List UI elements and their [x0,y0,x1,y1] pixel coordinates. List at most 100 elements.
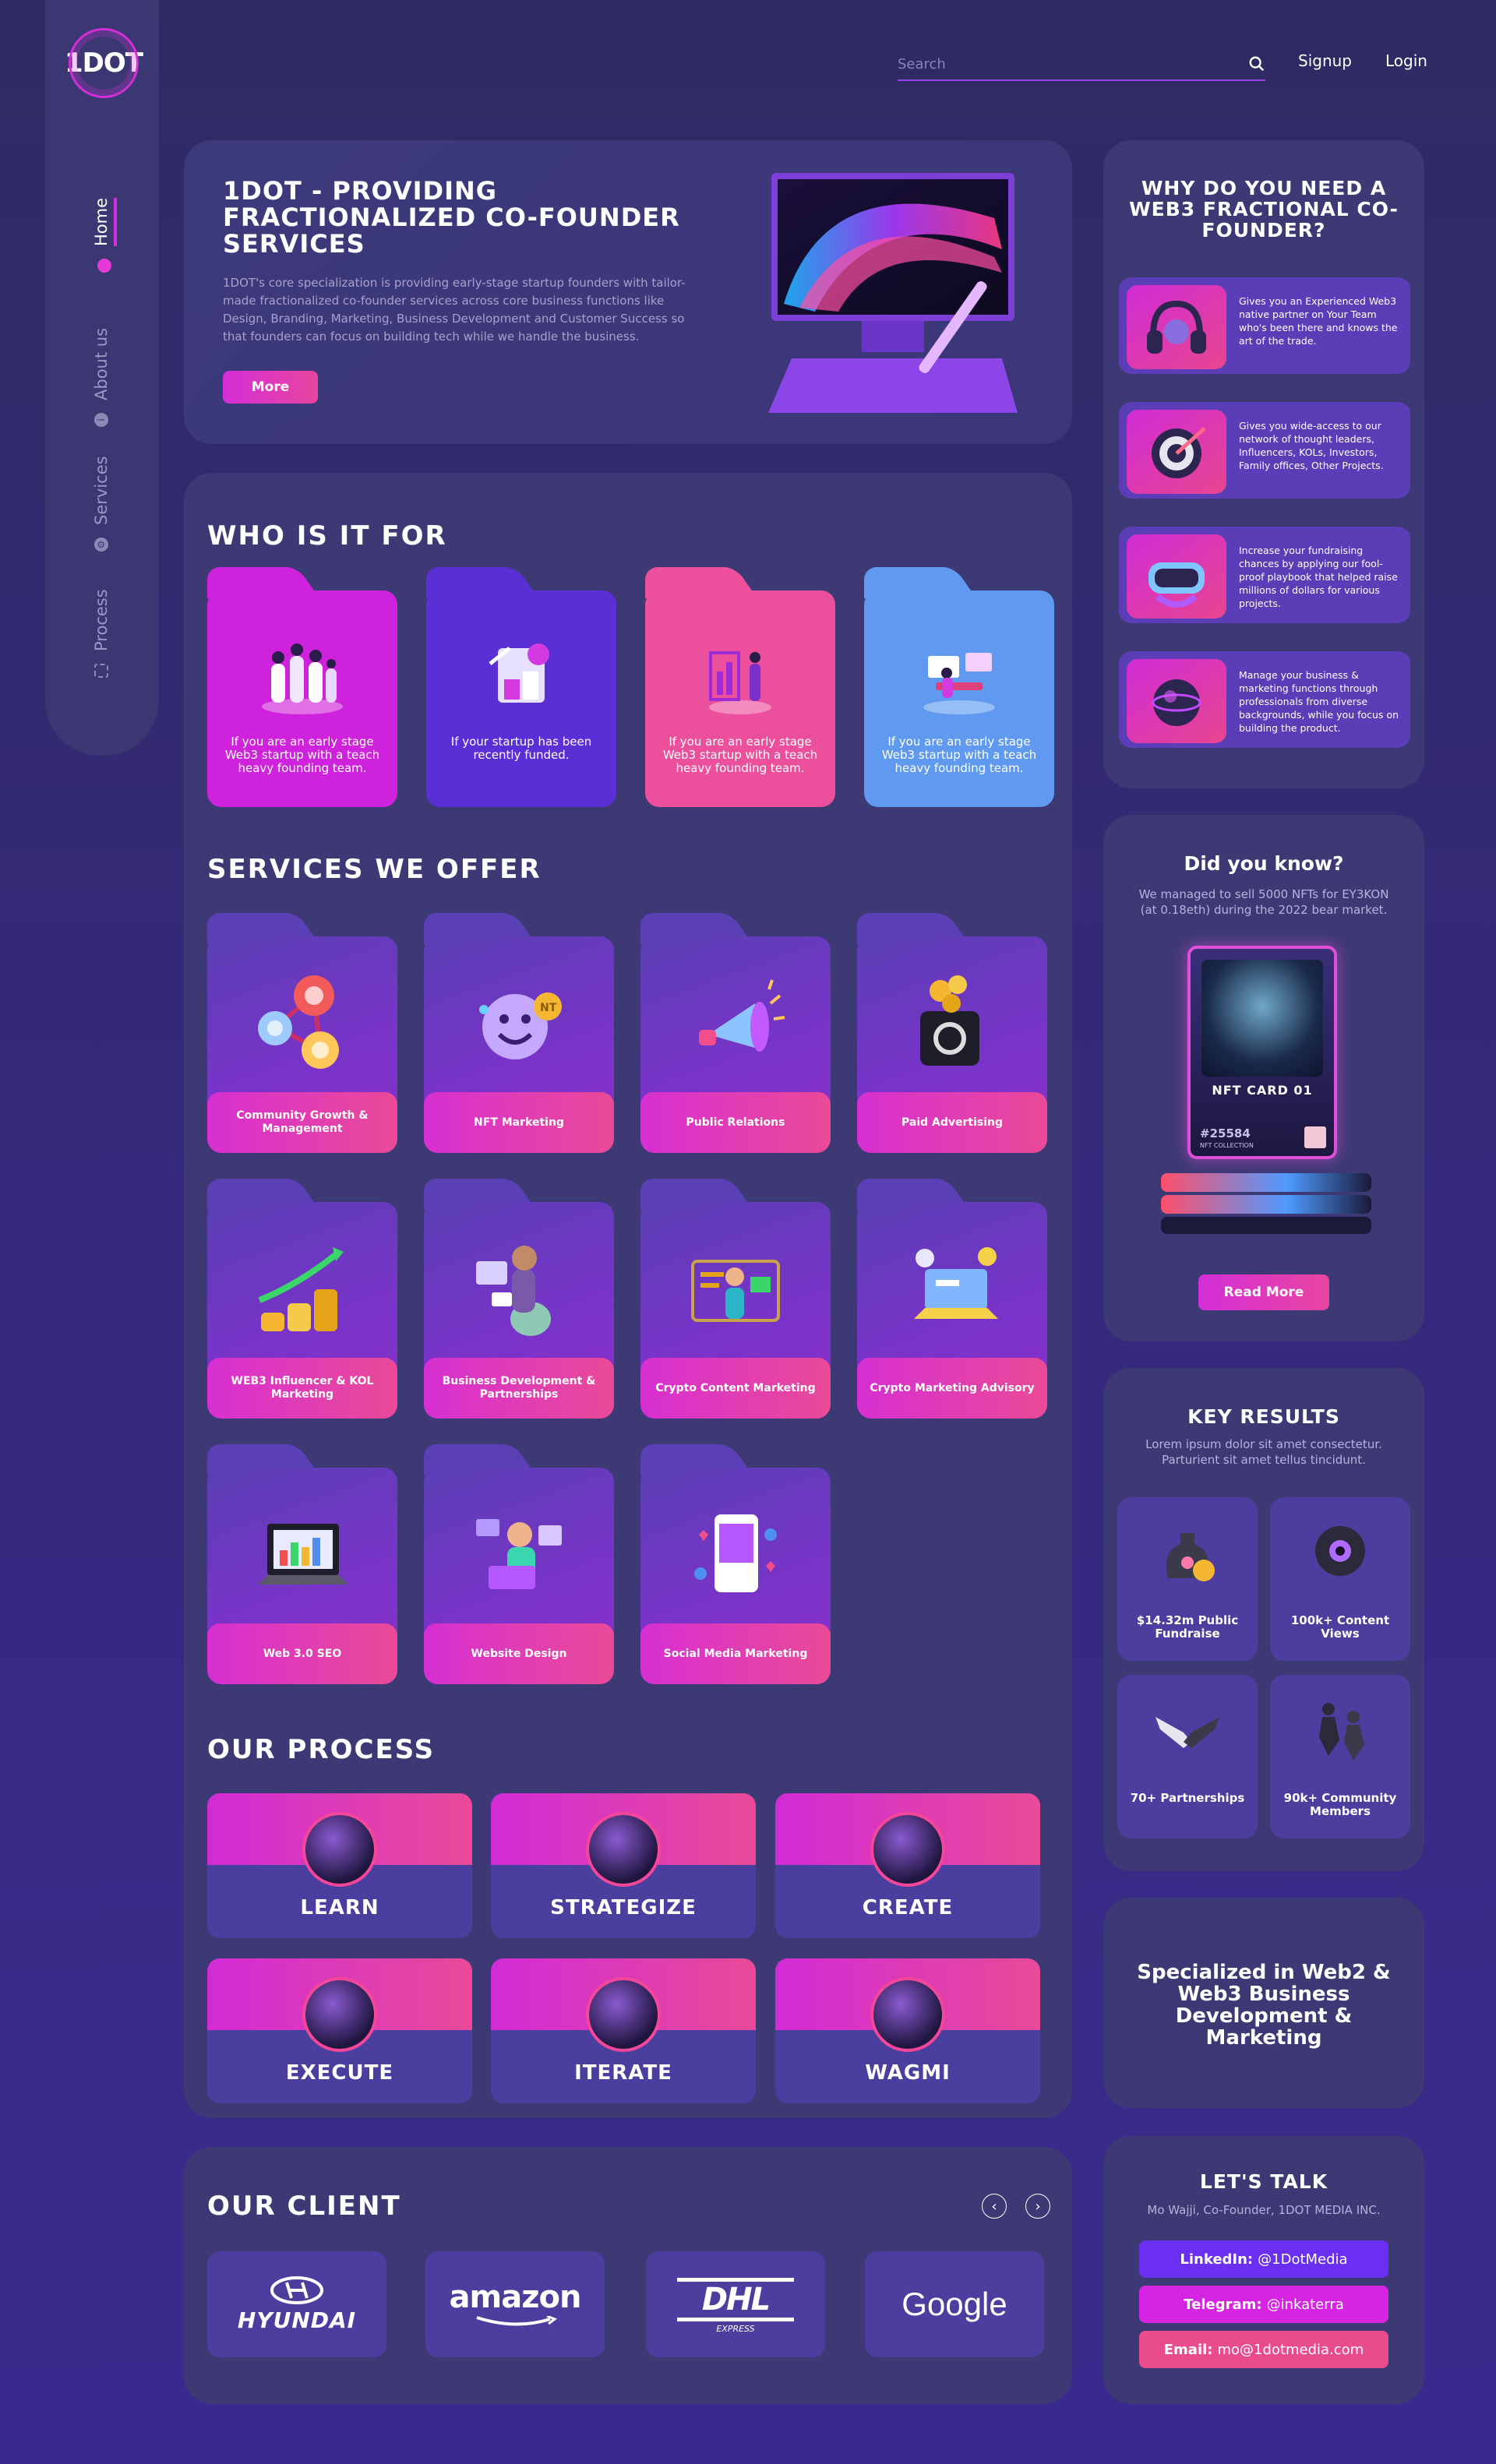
step-image [302,1812,377,1887]
hyundai-emblem-icon [270,2275,323,2304]
nft-card-title: NFT CARD 01 [1212,1083,1313,1098]
service-label: Crypto Marketing Advisory [857,1358,1047,1419]
search-input[interactable] [898,55,1209,72]
hyundai-wordmark: HYUNDAI [237,2307,357,2333]
client-logo-google[interactable]: Google [865,2251,1044,2357]
hyundai-logo: HYUNDAI [237,2275,357,2333]
community-network-icon [258,975,339,1069]
nft-card-number: #25584 [1200,1126,1251,1140]
eye-orb-icon [1315,1526,1365,1576]
who-card[interactable]: If your startup has been recently funded… [426,567,616,807]
service-card[interactable]: Crypto Marketing Advisory [857,1179,1047,1419]
keyresults-heading: KEY RESULTS [1187,1405,1340,1428]
process-step[interactable]: LEARN [207,1793,472,1938]
nav-label: About us [92,327,111,400]
qr-code-icon [1304,1126,1326,1148]
service-card[interactable]: NT NFT Marketing [424,913,614,1153]
service-card[interactable]: WEB3 Influencer & KOL Marketing [207,1179,397,1419]
email-value: mo@1dotmedia.com [1217,2341,1364,2358]
growth-coins-icon [258,1247,344,1331]
nav-item-home[interactable]: Home [92,197,117,273]
nav-item-services[interactable]: ⚙ Services [92,456,111,552]
step-label: EXECUTE [285,2061,394,2085]
step-label: ITERATE [574,2061,672,2085]
client-logo-hyundai[interactable]: HYUNDAI [207,2251,386,2357]
service-card[interactable]: Community Growth & Management [207,913,397,1153]
process-step[interactable]: STRATEGIZE [491,1793,756,1938]
content-board-icon [691,1260,780,1322]
funding-illustration [489,643,549,703]
process-step[interactable]: WAGMI [775,1958,1040,2103]
icon-box [1127,659,1226,743]
logo-ring [69,28,139,98]
dhl-stripe [677,2317,794,2321]
login-link[interactable]: Login [1385,51,1427,70]
handshake-icon [1156,1717,1219,1748]
nft-smiley-icon: NT [479,992,562,1059]
key-result-text: 90k+ Community Members [1283,1791,1397,1818]
step-label: LEARN [300,1896,379,1919]
process-step[interactable]: CREATE [775,1793,1040,1938]
search-icon[interactable] [1248,55,1265,72]
who-card[interactable]: If you are an early stage Web3 startup w… [645,567,835,807]
who-card[interactable]: If you are an early stage Web3 startup w… [207,567,397,807]
headset-icon [1147,300,1206,354]
team-illustration [262,643,343,714]
more-button[interactable]: More [223,371,318,404]
service-card[interactable]: Public Relations [640,913,831,1153]
nav-item-about[interactable]: i About us [92,328,111,427]
client-logo-amazon[interactable]: amazon [425,2251,605,2357]
service-card[interactable]: Social Media Marketing [640,1444,831,1684]
who-card[interactable]: If you are an early stage Web3 startup w… [864,567,1054,807]
brand-logo[interactable]: 1DOT [65,28,143,98]
home-icon [97,259,111,273]
workspace-illustration [923,653,995,714]
service-card[interactable]: Website Design [424,1444,614,1684]
service-card[interactable]: Business Development & Partnerships [424,1179,614,1419]
social-phone-icon [694,1514,777,1592]
next-arrow-button[interactable]: › [1025,2194,1050,2219]
who-card-text: If you are an early stage Web3 startup w… [881,735,1037,775]
key-result-card: 100k+ Content Views [1270,1497,1410,1661]
vr-headset-icon [1148,562,1205,608]
service-card[interactable]: Web 3.0 SEO [207,1444,397,1684]
signup-link[interactable]: Signup [1298,51,1352,70]
hero-description: 1DOT's core specialization is providing … [223,276,686,344]
linkedin-button[interactable]: LinkedIn: @1DotMedia [1139,2240,1388,2278]
telegram-value: @inkaterra [1266,2296,1344,2313]
reason-card: Gives you wide-access to our network of … [1119,402,1410,499]
nav-label: Home [92,197,117,246]
megaphone-icon [699,979,785,1052]
step-image [870,1812,945,1887]
svg-text:NT: NT [540,1002,557,1014]
email-label: Email: [1163,2341,1213,2358]
business-person-icon [476,1246,551,1336]
reason-text: Increase your fundraising chances by app… [1239,545,1398,609]
read-more-button[interactable]: Read More [1198,1274,1329,1310]
key-result-text: 70+ Partnerships [1130,1791,1245,1805]
who-card-text: If you are an early stage Web3 startup w… [662,735,818,775]
step-image [586,1977,661,2052]
email-button[interactable]: Email: mo@1dotmedia.com [1139,2331,1388,2368]
process-step[interactable]: ITERATE [491,1958,756,2103]
step-label: WAGMI [865,2061,951,2085]
dhl-wordmark: DHL [701,2281,771,2318]
process-step[interactable]: EXECUTE [207,1958,472,2103]
telegram-button[interactable]: Telegram: @inkaterra [1139,2286,1388,2323]
dhl-express-text: EXPRESS [716,2323,755,2334]
client-logo-dhl[interactable]: DHL EXPRESS [646,2251,825,2357]
service-card[interactable]: Crypto Content Marketing [640,1179,831,1419]
pedestal-top [1161,1173,1371,1192]
nav-item-process[interactable]: Process [92,589,111,678]
nft-card[interactable]: NFT CARD 01 #25584 NFT COLLECTION [1187,946,1337,1159]
seo-laptop-icon [258,1524,348,1585]
step-image [302,1977,377,2052]
reason-text: Gives you wide-access to our network of … [1239,420,1384,471]
didyouknow-heading: Did you know? [1184,852,1344,875]
service-card[interactable]: Paid Advertising [857,913,1047,1153]
linkedin-value: @1DotMedia [1258,2251,1348,2268]
prev-arrow-button[interactable]: ‹ [982,2194,1007,2219]
dhl-logo: DHL EXPRESS [677,2275,794,2334]
globe-icon [1152,679,1201,726]
nav-label: Services [92,456,111,525]
